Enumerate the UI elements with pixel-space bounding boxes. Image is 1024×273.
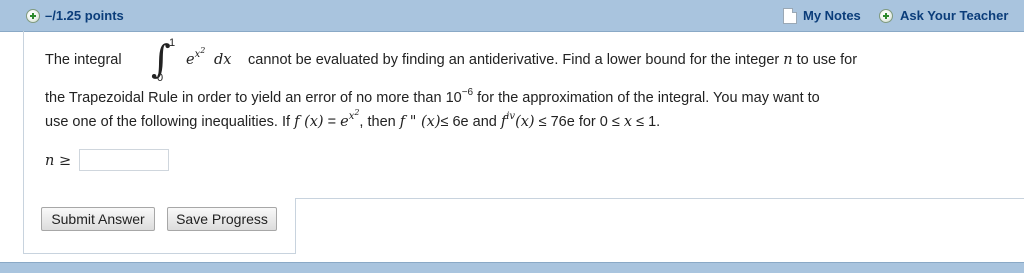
integral-lower-limit: 0 <box>157 72 164 84</box>
panel-left-border <box>23 31 24 253</box>
question-line3-text: use one of the following inequalities. I… <box>45 108 661 130</box>
ask-teacher-plus-icon[interactable] <box>879 9 893 23</box>
panel-bottom-border <box>23 253 295 254</box>
question-line2-text: the Trapezoidal Rule in order to yield a… <box>45 87 820 106</box>
integral-upper-limit: 1 <box>169 37 176 49</box>
answer-input[interactable] <box>79 149 169 171</box>
next-question-header <box>0 262 1024 273</box>
expand-plus-icon[interactable] <box>26 9 40 23</box>
notes-icon[interactable] <box>783 8 797 24</box>
question-intro: The integral <box>45 52 122 68</box>
panel-tab-top-border <box>295 198 1024 199</box>
question-line1-text: cannot be evaluated by finding an antide… <box>248 52 858 68</box>
points-label: –/1.25 points <box>45 8 124 23</box>
submit-answer-button[interactable]: Submit Answer <box>41 207 155 231</box>
answer-label: n ≥ <box>45 153 72 169</box>
panel-tab-right-border <box>295 198 296 254</box>
my-notes-link[interactable]: My Notes <box>803 8 861 23</box>
integrand: ex2 <box>186 46 206 68</box>
question-header: –/1.25 points My Notes Ask Your Teacher <box>0 0 1024 32</box>
save-progress-button[interactable]: Save Progress <box>167 207 277 231</box>
ask-your-teacher-link[interactable]: Ask Your Teacher <box>900 8 1008 23</box>
integral-dx: dx <box>214 52 232 68</box>
